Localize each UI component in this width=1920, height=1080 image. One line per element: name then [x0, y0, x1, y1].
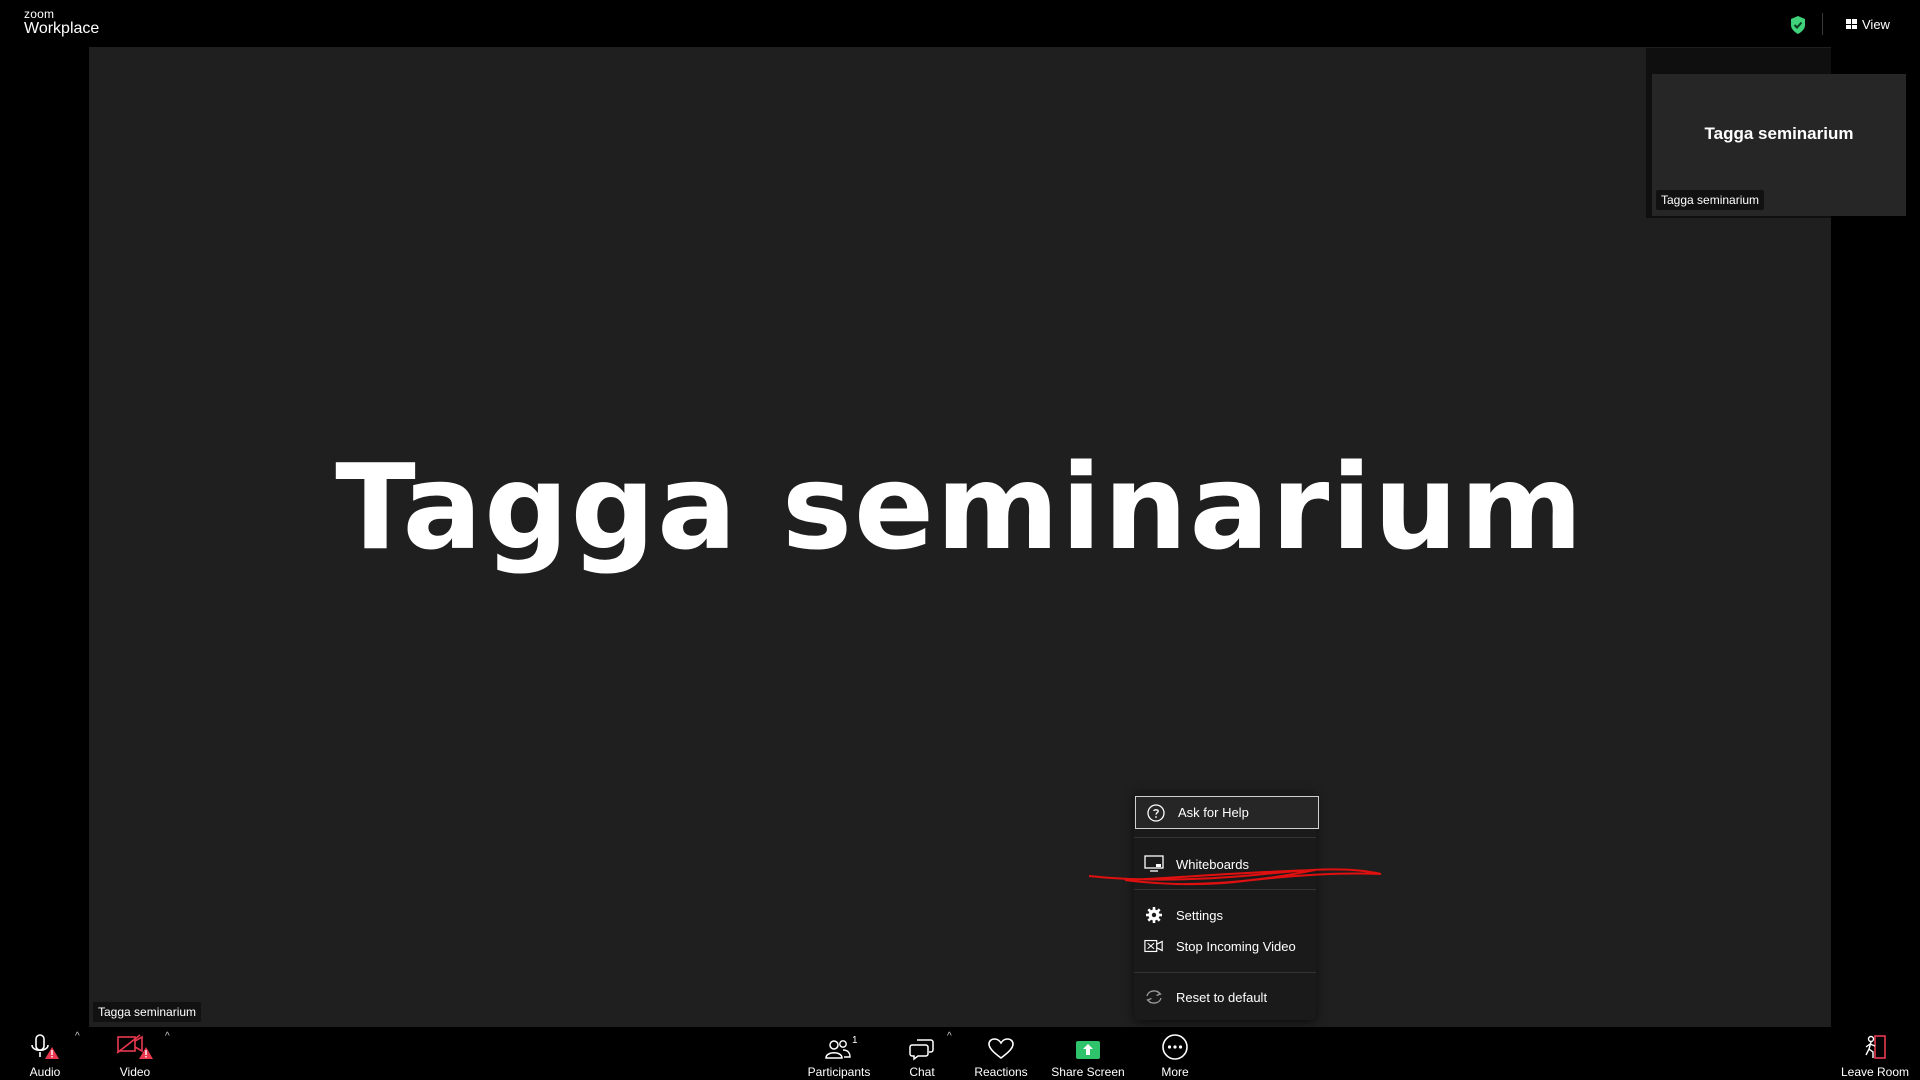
chat-label: Chat — [909, 1065, 935, 1079]
menu-item-whiteboards[interactable]: Whiteboards — [1134, 849, 1316, 879]
logo-product: Workplace — [24, 20, 100, 37]
thumbnail-name-tag: Tagga seminarium — [1656, 190, 1765, 210]
menu-divider — [1134, 837, 1316, 838]
menu-divider — [1134, 889, 1316, 890]
audio-button[interactable]: Audio — [22, 1027, 68, 1080]
logo-brand: zoom — [24, 7, 55, 21]
video-button[interactable]: Video — [111, 1027, 159, 1080]
menu-item-settings[interactable]: Settings — [1134, 900, 1316, 930]
whiteboard-icon — [1144, 854, 1164, 874]
main-video-stage: Tagga seminarium — [89, 47, 1831, 1027]
view-label: View — [1862, 16, 1890, 32]
share-screen-label: Share Screen — [1051, 1065, 1125, 1079]
audio-options-caret-icon[interactable]: ^ — [75, 1031, 80, 1042]
share-screen-icon — [1075, 1031, 1101, 1061]
audio-label: Audio — [29, 1065, 61, 1079]
reset-icon — [1144, 987, 1164, 1007]
zoom-meeting-window: zoom Workplace View Tagga seminarium Tag… — [0, 0, 1920, 1080]
leave-room-button[interactable]: Leave Room — [1840, 1027, 1910, 1080]
leave-room-icon — [1861, 1031, 1889, 1061]
reactions-button[interactable]: Reactions — [974, 1027, 1028, 1080]
stop-video-icon — [1144, 936, 1164, 956]
microphone-alert-icon — [28, 1031, 62, 1061]
menu-item-label: Reset to default — [1176, 989, 1268, 1005]
leave-room-label: Leave Room — [1840, 1065, 1910, 1079]
menu-item-label: Stop Incoming Video — [1176, 938, 1296, 954]
menu-item-label: Settings — [1176, 907, 1223, 923]
grid-view-icon — [1846, 19, 1857, 29]
video-off-alert-icon — [115, 1031, 155, 1061]
participants-icon — [824, 1031, 854, 1061]
chat-options-caret-icon[interactable]: ^ — [947, 1031, 952, 1042]
view-button[interactable]: View — [1846, 14, 1890, 34]
chat-icon — [909, 1031, 935, 1061]
menu-item-stop-incoming-video[interactable]: Stop Incoming Video — [1134, 931, 1316, 961]
self-view-thumbnail[interactable]: Tagga seminarium Tagga seminarium — [1652, 74, 1906, 216]
top-divider — [1822, 13, 1823, 35]
more-menu: Ask for Help Whiteboards Settings Stop I… — [1134, 792, 1319, 1020]
participants-label: Participants — [807, 1065, 871, 1079]
help-circle-icon — [1146, 803, 1166, 823]
meeting-toolbar: Audio ^ Video ^ Participants 1 Chat ^ Re… — [0, 1027, 1920, 1080]
menu-item-reset-to-default[interactable]: Reset to default — [1134, 982, 1316, 1012]
share-screen-button[interactable]: Share Screen — [1051, 1027, 1125, 1080]
video-options-caret-icon[interactable]: ^ — [165, 1031, 170, 1042]
chat-button[interactable]: Chat — [905, 1027, 939, 1080]
heart-icon — [987, 1031, 1015, 1061]
main-name-tag: Tagga seminarium — [93, 1002, 202, 1022]
video-label: Video — [119, 1065, 151, 1079]
more-label: More — [1161, 1065, 1189, 1079]
menu-item-label: Whiteboards — [1176, 856, 1249, 872]
participant-display-name: Tagga seminarium — [335, 438, 1585, 576]
gear-icon — [1144, 905, 1164, 925]
zoom-logo: zoom Workplace — [24, 8, 99, 37]
participants-button[interactable]: Participants — [806, 1027, 872, 1080]
more-button[interactable]: More — [1159, 1027, 1191, 1080]
reactions-label: Reactions — [974, 1065, 1028, 1079]
top-bar: zoom Workplace View — [0, 0, 1920, 47]
security-shield-icon[interactable] — [1790, 16, 1806, 34]
menu-divider — [1134, 972, 1316, 973]
menu-item-ask-for-help[interactable]: Ask for Help — [1135, 796, 1319, 829]
more-dots-icon — [1161, 1031, 1189, 1061]
menu-item-label: Ask for Help — [1178, 805, 1249, 820]
participants-count: 1 — [852, 1035, 858, 1046]
